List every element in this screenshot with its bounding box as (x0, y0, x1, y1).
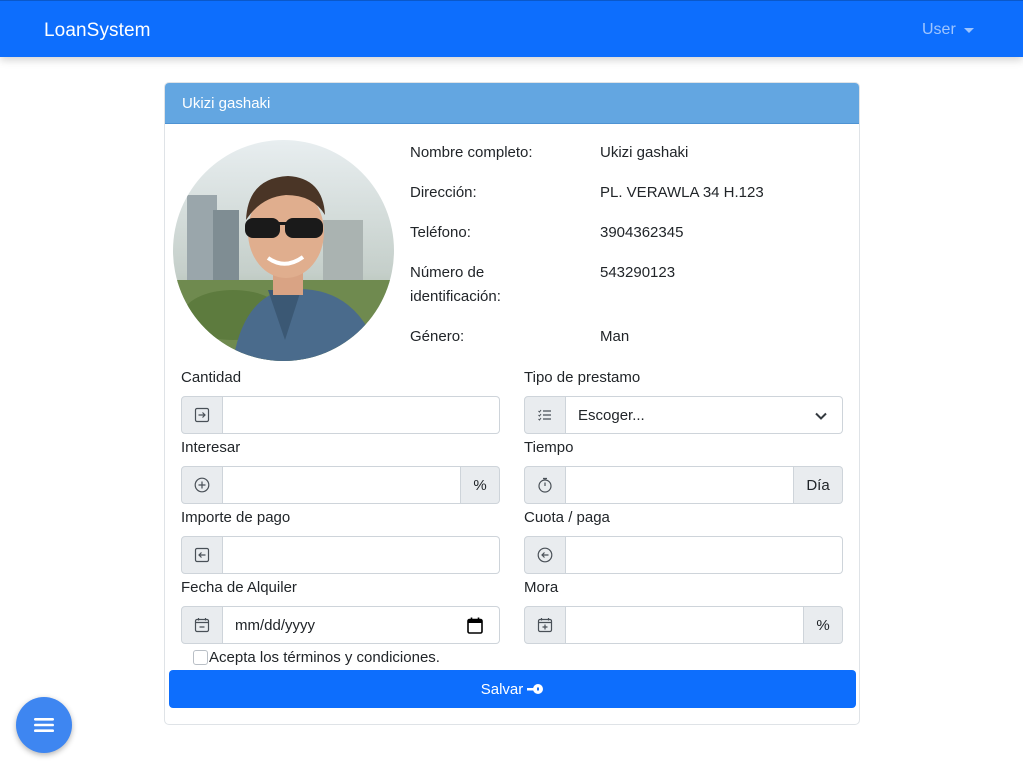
address-value: PL. VERAWLA 34 H.123 (600, 184, 764, 201)
rental-date-placeholder: mm/dd/yyyy (235, 616, 316, 634)
interest-input[interactable] (223, 466, 461, 504)
loan-type-input-group: Escoger... (524, 396, 843, 434)
installment-label: Cuota / paga (524, 509, 610, 526)
user-dropdown[interactable]: User (922, 21, 974, 39)
calendar-plus-icon (524, 606, 566, 644)
terms-checkbox[interactable] (193, 650, 208, 665)
plus-circle-icon (181, 466, 223, 504)
floating-menu-button[interactable] (16, 697, 72, 753)
late-fee-label: Mora (524, 579, 559, 596)
id-number-value: 543290123 (600, 264, 676, 281)
rental-date-label: Fecha de Alquiler (181, 579, 297, 596)
list-check-icon (524, 396, 566, 434)
amount-input-group (181, 396, 500, 434)
payment-amount-label: Importe de pago (181, 509, 291, 526)
key-icon (527, 684, 544, 694)
late-fee-input[interactable] (566, 606, 804, 644)
loan-type-selected: Escoger... (578, 406, 645, 424)
loan-type-label: Tipo de prestamo (524, 369, 641, 386)
interest-suffix: % (461, 466, 500, 504)
save-button-label: Salvar (480, 680, 524, 698)
time-label: Tiempo (524, 439, 574, 456)
installment-input-group (524, 536, 843, 574)
full-name-label: Nombre completo: (410, 144, 533, 161)
phone-value: 3904362345 (600, 224, 684, 241)
interest-input-group: % (181, 466, 500, 504)
save-button[interactable]: Salvar (169, 670, 856, 708)
payment-amount-input[interactable] (223, 536, 500, 574)
time-input-group: Día (524, 466, 843, 504)
stopwatch-icon (524, 466, 566, 504)
client-card: Ukizi gashaki Nombre completo: Ukizi gas… (164, 82, 860, 725)
time-input[interactable] (566, 466, 794, 504)
late-fee-input-group: % (524, 606, 843, 644)
calendar-icon[interactable] (467, 617, 483, 634)
amount-label: Cantidad (181, 369, 242, 386)
late-fee-suffix: % (804, 606, 843, 644)
card-title: Ukizi gashaki (165, 83, 859, 124)
user-dropdown-label: User (922, 21, 956, 38)
id-number-label: Número de identificación: (410, 264, 501, 305)
rental-date-input-group: mm/dd/yyyy (181, 606, 500, 644)
gender-value: Man (600, 328, 630, 345)
installment-input[interactable] (566, 536, 843, 574)
caret-down-icon (963, 28, 974, 33)
calendar-minus-icon (181, 606, 223, 644)
arrow-right-square-icon (181, 396, 223, 434)
chevron-down-icon (815, 412, 827, 420)
payment-amount-input-group (181, 536, 500, 574)
hamburger-menu-icon (34, 718, 54, 732)
full-name-value: Ukizi gashaki (600, 144, 689, 161)
terms-label: Acepta los términos y condiciones. (209, 649, 440, 666)
arrow-left-circle-icon (524, 536, 566, 574)
brand-logo[interactable]: LoanSystem (44, 20, 151, 42)
arrow-left-square-icon (181, 536, 223, 574)
gender-label: Género: (410, 328, 465, 345)
interest-label: Interesar (181, 439, 241, 456)
client-photo (173, 140, 394, 361)
rental-date-input[interactable]: mm/dd/yyyy (223, 606, 500, 644)
amount-input[interactable] (223, 396, 500, 434)
terms-checkbox-row: Acepta los términos y condiciones. (193, 649, 440, 666)
time-suffix: Día (794, 466, 843, 504)
loan-type-select[interactable]: Escoger... (566, 396, 843, 434)
top-navbar: LoanSystem User (0, 0, 1023, 57)
address-label: Dirección: (410, 184, 477, 201)
phone-label: Teléfono: (410, 224, 471, 241)
